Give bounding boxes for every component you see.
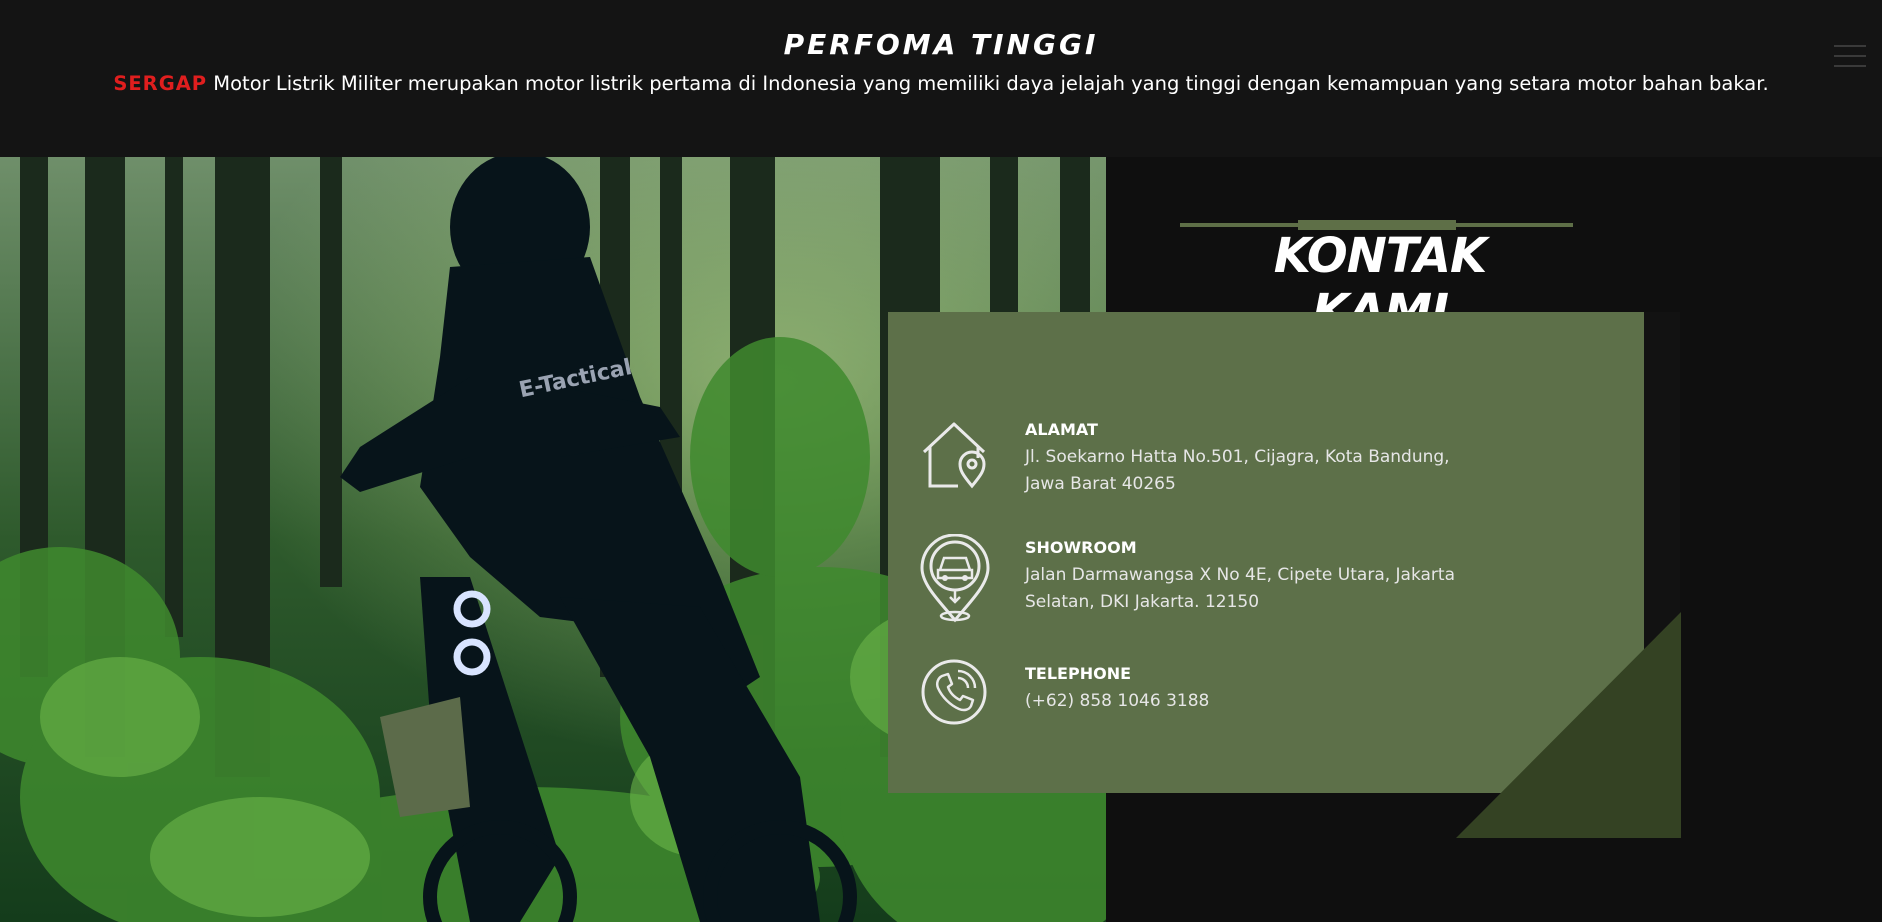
showroom-line2: Selatan, DKI Jakarta. 12150 <box>1025 592 1260 612</box>
car-pin-icon <box>920 534 990 623</box>
top-banner: PERFOMA TINGGI SERGAP Motor Listrik Mili… <box>0 0 1882 157</box>
showroom-line1: Jalan Darmawangsa X No 4E, Cipete Utara,… <box>1025 565 1456 585</box>
contact-item-telephone: TELEPHONE (+62) 858 1046 3188 <box>920 658 1520 728</box>
section-description: SERGAP Motor Listrik Militer merupakan m… <box>0 72 1882 95</box>
brand-name: SERGAP <box>113 72 208 95</box>
address-line1: Jl. Soekarno Hatta No.501, Cijagra, Kota… <box>1025 447 1450 467</box>
contact-item-address: ALAMAT Jl. Soekarno Hatta No.501, Cijagr… <box>920 420 1520 500</box>
address-title: ALAMAT <box>1025 420 1098 439</box>
hamburger-menu-icon[interactable] <box>1834 45 1866 67</box>
section-title: PERFOMA TINGGI <box>783 28 1099 61</box>
description-text: Motor Listrik Militer merupakan motor li… <box>207 72 1769 95</box>
address-line2: Jawa Barat 40265 <box>1025 474 1176 494</box>
contact-item-showroom: SHOWROOM Jalan Darmawangsa X No 4E, Cipe… <box>920 534 1520 624</box>
telephone-number[interactable]: (+62) 858 1046 3188 <box>1025 688 1209 715</box>
showroom-title: SHOWROOM <box>1025 538 1137 557</box>
phone-icon <box>921 659 987 725</box>
telephone-title: TELEPHONE <box>1025 664 1132 683</box>
home-location-icon <box>922 422 986 489</box>
